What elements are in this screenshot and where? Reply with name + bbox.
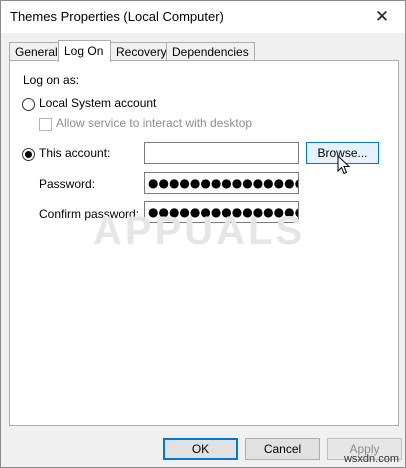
properties-dialog: Themes Properties (Local Computer) ✕ Gen… [0,0,406,468]
local-system-radio[interactable] [22,98,35,111]
close-icon: ✕ [374,7,390,26]
log-on-as-label: Log on as: [23,73,80,87]
mouse-cursor-icon [337,155,351,175]
ok-button[interactable]: OK [163,438,238,460]
cancel-button[interactable]: Cancel [245,438,320,460]
tab-strip: General Log On Recovery Dependencies [9,40,399,62]
this-account-label[interactable]: This account: [39,146,110,160]
this-account-radio[interactable] [22,148,35,161]
site-watermark: wsxdn.com [343,453,399,465]
title-bar[interactable]: Themes Properties (Local Computer) ✕ [1,1,405,33]
window-title: Themes Properties (Local Computer) [10,9,224,24]
password-input[interactable]: ●●●●●●●●●●●●●●● [144,172,299,194]
appuals-watermark: APPUALS [93,209,306,253]
local-system-label[interactable]: Local System account [39,96,156,110]
account-name-input[interactable] [144,142,299,164]
tab-general[interactable]: General [9,42,64,60]
close-button[interactable]: ✕ [359,1,405,33]
interact-desktop-checkbox[interactable] [39,118,52,131]
tab-log-on[interactable]: Log On [58,40,111,62]
tab-recovery[interactable]: Recovery [110,42,173,60]
interact-desktop-label: Allow service to interact with desktop [56,116,253,130]
password-label: Password: [39,177,96,191]
tab-dependencies[interactable]: Dependencies [166,42,255,60]
